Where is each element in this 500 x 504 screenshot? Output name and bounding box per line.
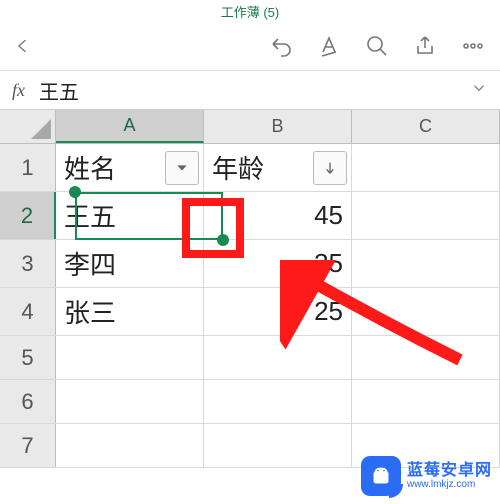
cell-b2-value: 45 [314,200,343,231]
toolbar [0,22,500,70]
cell-a1-value: 姓名 [64,149,116,186]
cell-a5[interactable] [56,336,204,379]
search-button[interactable] [364,33,390,59]
cell-a2[interactable]: 王五 [56,192,204,239]
row-3: 3 李四 35 [0,240,500,288]
cell-b6[interactable] [204,380,352,423]
cell-a2-value: 王五 [64,197,116,234]
cell-b2[interactable]: 45 [204,192,352,239]
row-1: 1 姓名 年龄 [0,144,500,192]
watermark: 蓝莓安卓网 www.lmkjz.com [361,456,492,496]
title-bar: 工作薄 (5) [0,0,500,22]
cell-b4[interactable]: 25 [204,288,352,335]
watermark-url: www.lmkjz.com [407,479,492,490]
watermark-logo [361,456,401,496]
row-2: 2 王五 45 [0,192,500,240]
cell-b7[interactable] [204,424,352,467]
workbook-title: 工作薄 (5) [221,2,280,21]
format-button[interactable] [316,33,342,59]
column-header-c[interactable]: C [352,110,500,143]
row-header-4[interactable]: 4 [0,288,56,335]
cell-b4-value: 25 [314,296,343,327]
cell-c1[interactable] [352,144,500,191]
column-header-a[interactable]: A [56,110,204,143]
cell-c2[interactable] [352,192,500,239]
cell-b3[interactable]: 35 [204,240,352,287]
select-all-corner[interactable] [0,110,56,143]
watermark-title: 蓝莓安卓网 [407,462,492,480]
cell-a6[interactable] [56,380,204,423]
row-header-3[interactable]: 3 [0,240,56,287]
row-header-2[interactable]: 2 [0,192,56,239]
watermark-text: 蓝莓安卓网 www.lmkjz.com [407,462,492,491]
back-button[interactable] [10,33,36,59]
formula-bar[interactable]: fx 王五 [0,70,500,110]
column-header-b[interactable]: B [204,110,352,143]
cell-a4[interactable]: 张三 [56,288,204,335]
row-header-6[interactable]: 6 [0,380,56,423]
cell-a4-value: 张三 [64,293,116,330]
row-6: 6 [0,380,500,424]
cell-a7[interactable] [56,424,204,467]
cell-b1[interactable]: 年龄 [204,144,352,191]
cell-a3[interactable]: 李四 [56,240,204,287]
cell-c3[interactable] [352,240,500,287]
cell-c4[interactable] [352,288,500,335]
row-header-7[interactable]: 7 [0,424,56,467]
row-header-1[interactable]: 1 [0,144,56,191]
filter-button-a[interactable] [165,151,199,185]
cell-b5[interactable] [204,336,352,379]
share-button[interactable] [412,33,438,59]
cell-a3-value: 李四 [64,245,116,282]
fx-expand-icon[interactable] [470,79,488,102]
row-5: 5 [0,336,500,380]
fx-value: 王五 [39,76,470,105]
cell-c5[interactable] [352,336,500,379]
more-button[interactable] [460,33,486,59]
cell-c6[interactable] [352,380,500,423]
cell-a1[interactable]: 姓名 [56,144,204,191]
cell-b3-value: 35 [314,248,343,279]
filter-button-b[interactable] [313,151,347,185]
fx-label: fx [12,80,25,101]
spreadsheet-grid: A B C 1 姓名 年龄 2 王五 45 3 李四 35 4 张三 [0,110,500,468]
row-header-5[interactable]: 5 [0,336,56,379]
row-4: 4 张三 25 [0,288,500,336]
column-headers: A B C [0,110,500,144]
undo-button[interactable] [268,33,294,59]
cell-b1-value: 年龄 [212,149,264,186]
